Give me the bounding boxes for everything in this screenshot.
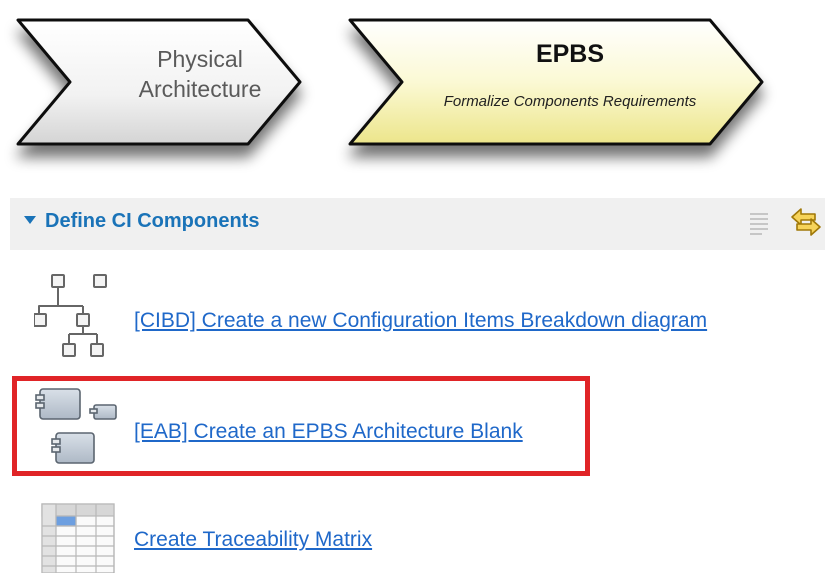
traceability-matrix-icon[interactable] [40,502,116,573]
description-toggle-icon[interactable] [748,209,772,237]
section-title[interactable]: Define CI Components [45,210,259,233]
section-header-define-ci-components[interactable]: Define CI Components [10,198,825,250]
step-physical-architecture-label: Physical Architecture [138,46,262,102]
sync-arrows-icon[interactable] [789,206,823,238]
breakdown-diagram-icon[interactable] [34,270,116,358]
create-eab-link[interactable]: [EAB] Create an EPBS Architecture Blank [134,420,523,444]
chevron-epbs[interactable] [348,18,764,146]
architecture-blank-icon[interactable] [34,387,120,467]
step-epbs-subtitle: Formalize Components Requirements [443,93,697,110]
create-traceability-matrix-link[interactable]: Create Traceability Matrix [134,528,372,552]
step-epbs-label: EPBS [535,40,605,68]
expand-twisty-icon[interactable] [24,216,36,224]
create-cibd-diagram-link[interactable]: [CIBD] Create a new Configuration Items … [134,309,707,333]
